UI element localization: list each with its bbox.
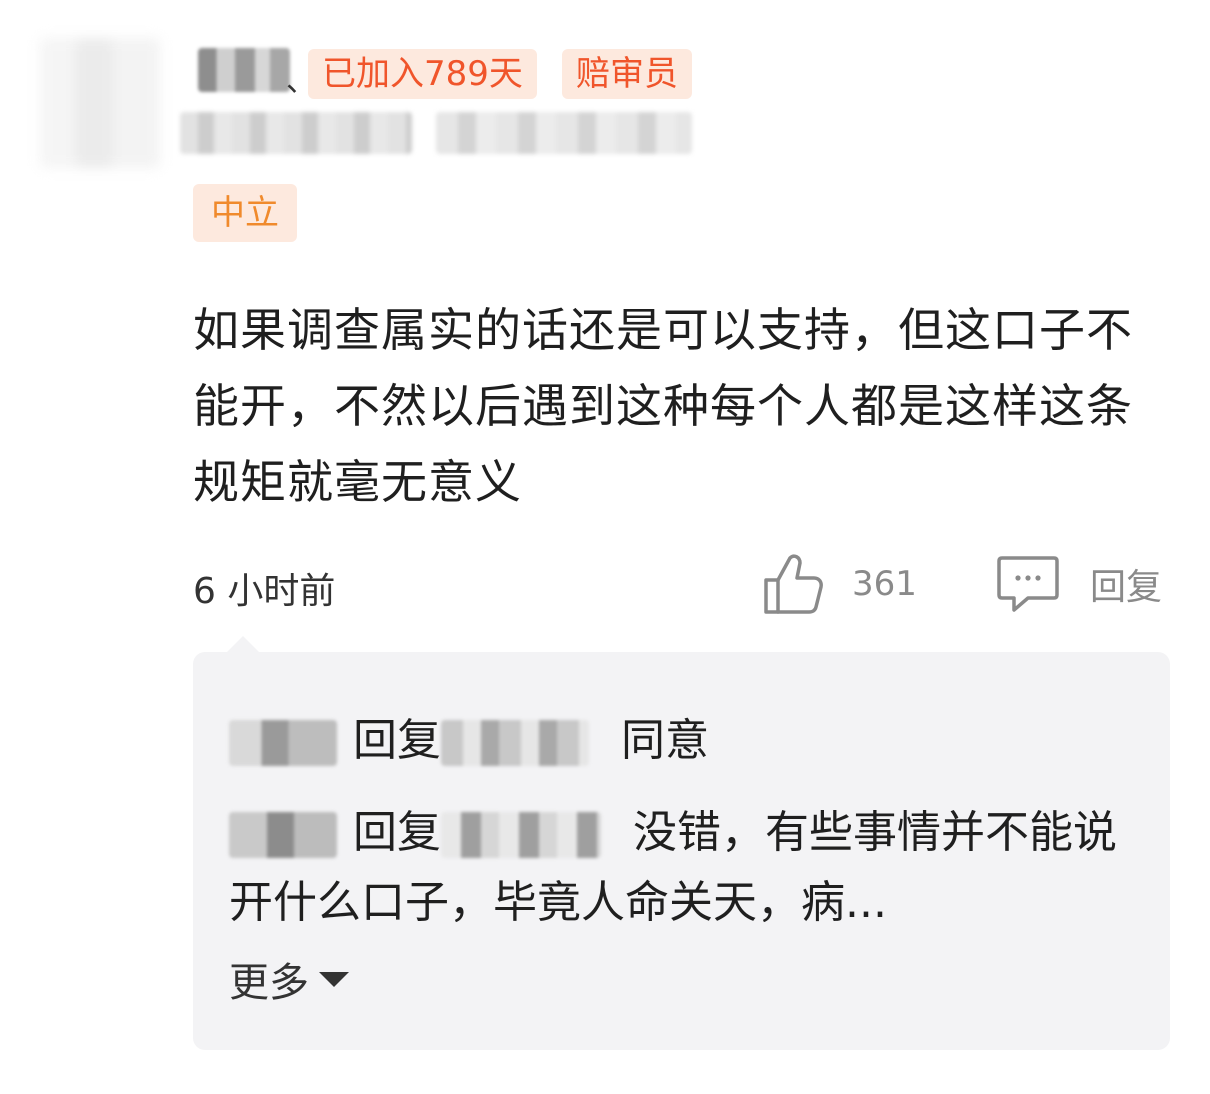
user-meta-redacted xyxy=(180,112,412,154)
reply-verb: 回复 xyxy=(353,715,441,766)
more-replies-link[interactable]: 更多 xyxy=(229,950,349,1008)
reply-author-redacted[interactable] xyxy=(229,812,337,858)
comment-timestamp: 6 小时前 xyxy=(193,571,336,612)
avatar[interactable] xyxy=(40,38,160,168)
reply-item[interactable]: 回复 没错，有些事情并不能说开什么口子，毕竟人命关天，病... xyxy=(229,798,1129,938)
reply-item[interactable]: 回复 同意 xyxy=(229,704,709,768)
comment-bubble-icon xyxy=(997,556,1059,612)
thumbs-up-icon xyxy=(764,554,823,614)
reply-author-redacted[interactable] xyxy=(229,720,337,766)
days-joined-badge: 已加入789天 xyxy=(308,49,537,99)
stance-badge: 中立 xyxy=(193,184,297,242)
replies-panel: 回复 同意 回复 没错，有些事情并不能说开什么口子，毕竟人命关天，病... 更多 xyxy=(193,636,1170,1050)
caret-down-icon xyxy=(319,971,349,987)
like-count: 361 xyxy=(852,564,917,604)
reply-button[interactable]: 回复 xyxy=(996,552,1162,616)
user-meta-redacted-2 xyxy=(436,112,692,154)
reply-verb: 回复 xyxy=(353,807,441,858)
reply-target-redacted[interactable] xyxy=(441,720,589,766)
reply-target-redacted[interactable] xyxy=(441,812,601,858)
like-button[interactable]: 361 xyxy=(762,552,917,616)
reply-label: 回复 xyxy=(1090,567,1163,608)
juror-badge: 赔审员 xyxy=(562,49,692,99)
username-redacted[interactable] xyxy=(198,48,290,92)
reply-text: 同意 xyxy=(621,715,709,766)
more-label: 更多 xyxy=(229,960,309,1006)
comment-body: 如果调查属实的话还是可以支持，但这口子不能开，不然以后遇到这种每个人都是这样这条… xyxy=(193,303,1133,509)
